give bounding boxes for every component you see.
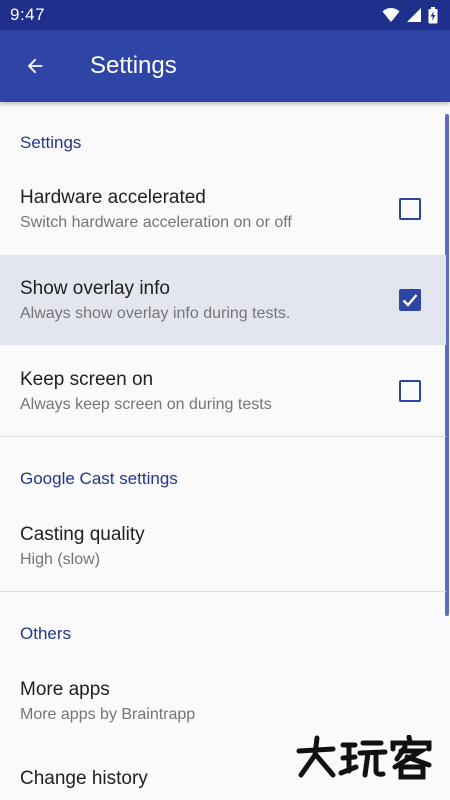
check-icon: [402, 294, 418, 307]
battery-charging-icon: [428, 6, 438, 23]
hardware-accelerated-checkbox[interactable]: [399, 198, 421, 220]
pref-title: Casting quality: [20, 523, 145, 545]
back-button[interactable]: [0, 30, 70, 102]
signal-icon: [407, 8, 421, 22]
section-header-cast: Google Cast settings: [20, 469, 178, 488]
section-header-settings: Settings: [20, 133, 82, 152]
wifi-icon: [382, 7, 400, 22]
watermark-logo: [295, 734, 435, 780]
page-title: Settings: [90, 52, 177, 79]
pref-title: Hardware accelerated: [20, 186, 206, 208]
pref-casting-quality[interactable]: Casting quality High (slow): [0, 501, 446, 591]
pref-summary: Always show overlay info during tests.: [20, 304, 291, 322]
status-icons: [382, 6, 438, 24]
pref-summary: High (slow): [20, 550, 101, 568]
pref-hardware-accelerated[interactable]: Hardware accelerated Switch hardware acc…: [0, 164, 446, 254]
pref-show-overlay-info[interactable]: Show overlay info Always show overlay in…: [0, 255, 446, 345]
status-time: 9:47: [10, 5, 46, 24]
arrow-left-icon: [27, 58, 43, 74]
app-bar: Settings: [0, 30, 450, 102]
keep-screen-on-checkbox[interactable]: [399, 380, 421, 402]
show-overlay-info-checkbox[interactable]: [399, 289, 421, 311]
status-bar: 9:47: [0, 0, 450, 30]
pref-title: Keep screen on: [20, 368, 154, 390]
pref-more-apps[interactable]: More apps More apps by Braintrapp: [0, 656, 446, 746]
pref-title: More apps: [20, 678, 110, 700]
divider: [0, 591, 446, 592]
pref-summary: Switch hardware acceleration on or off: [20, 213, 292, 231]
pref-summary: More apps by Braintrapp: [20, 705, 196, 723]
section-header-others: Others: [20, 624, 72, 643]
pref-keep-screen-on[interactable]: Keep screen on Always keep screen on dur…: [0, 346, 446, 436]
pref-summary: Always keep screen on during tests: [20, 395, 272, 413]
pref-title: Show overlay info: [20, 277, 170, 299]
divider: [0, 436, 446, 437]
